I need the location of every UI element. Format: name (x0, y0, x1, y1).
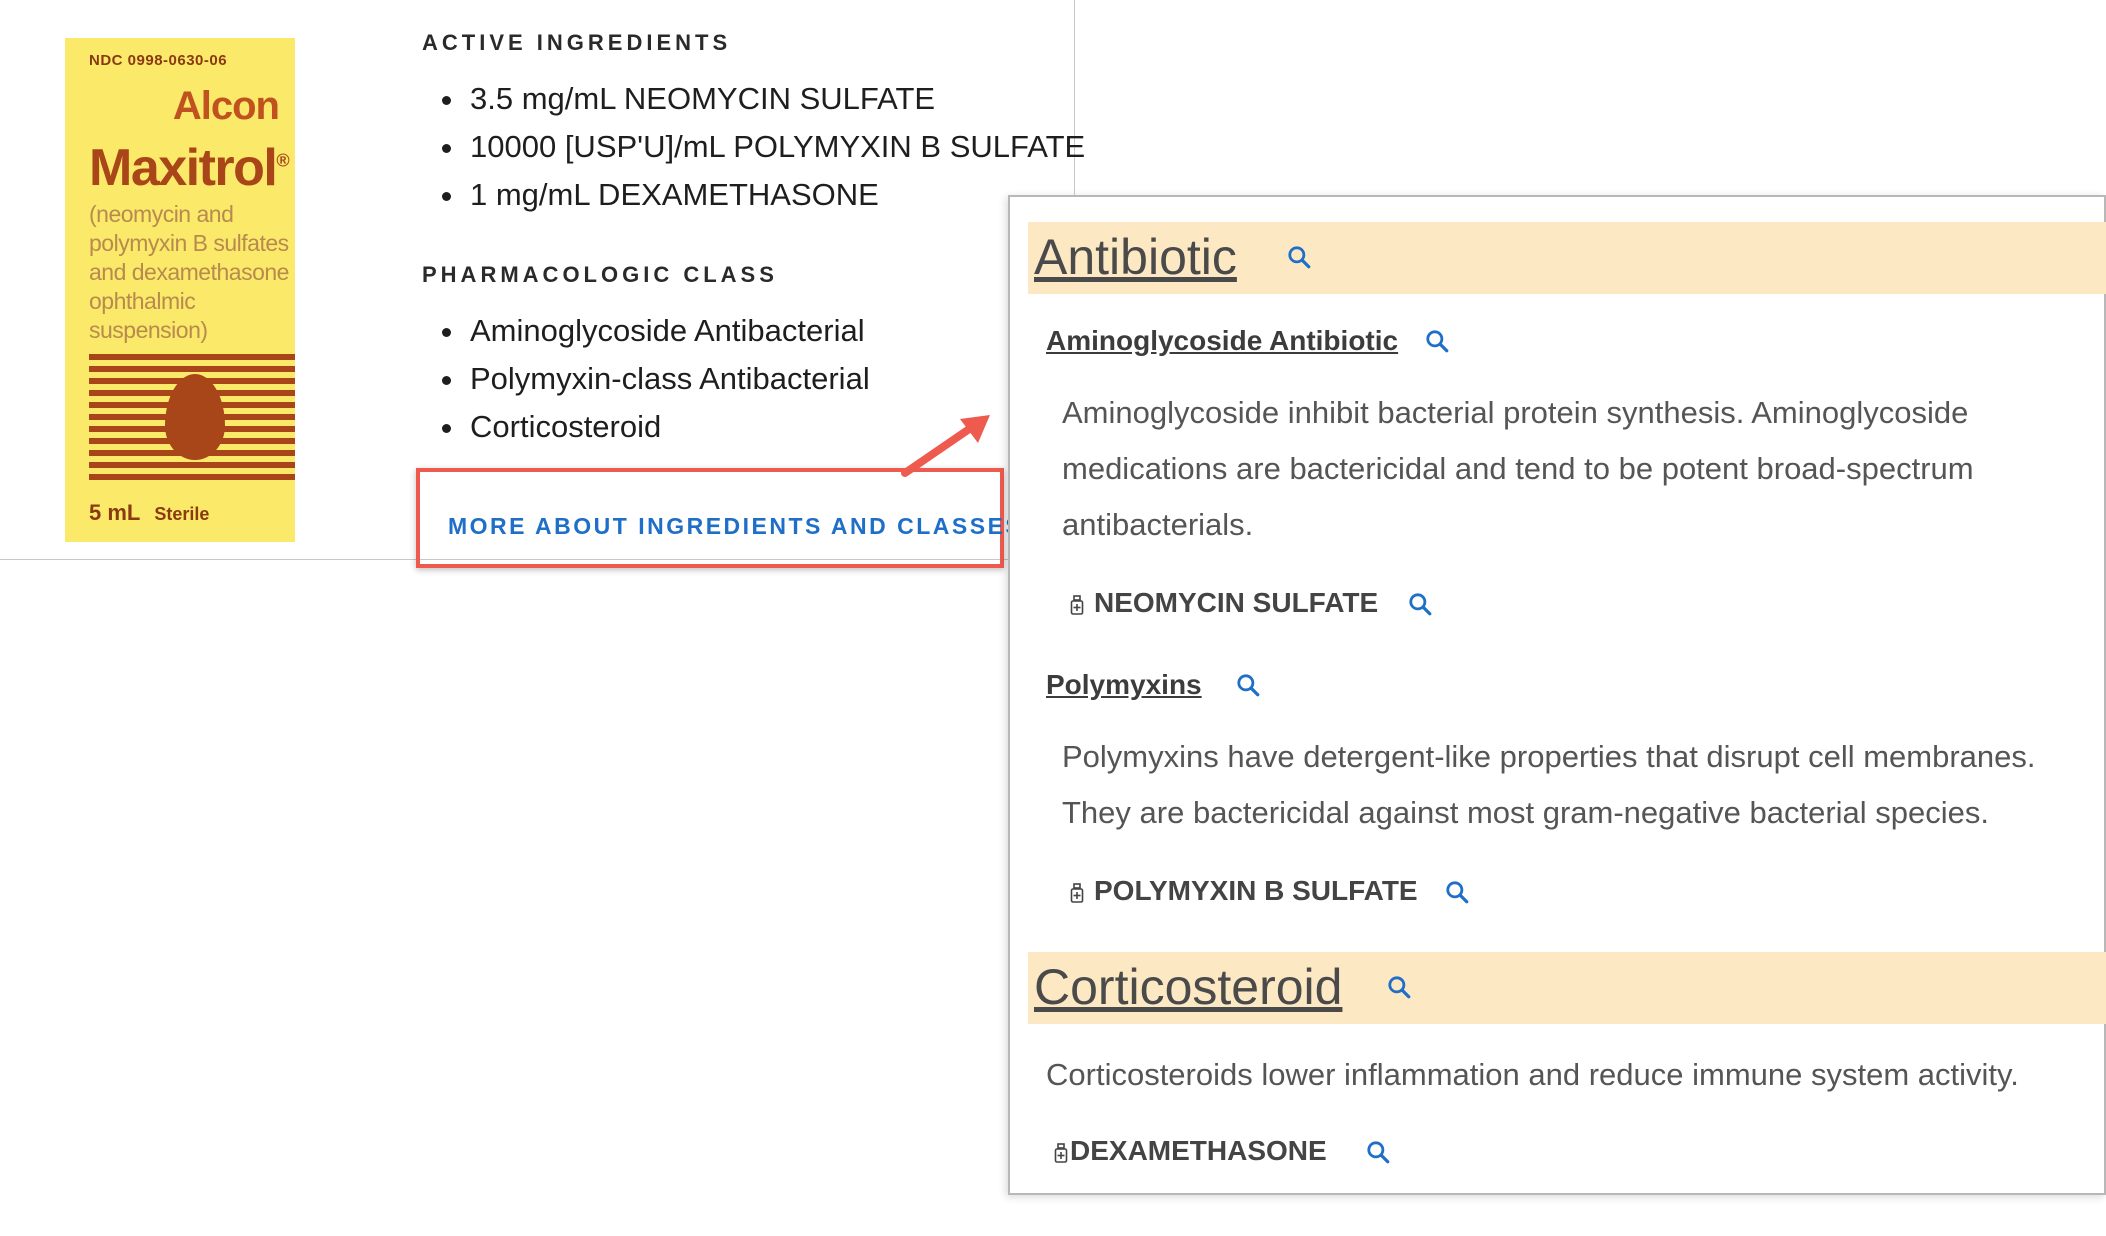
category-title-antibiotic[interactable]: Antibiotic (1034, 228, 1237, 286)
product-package-image: NDC 0998-0630-06 Alcon Maxitrol® (neomyc… (65, 38, 295, 542)
package-volume: 5 mL (89, 500, 141, 525)
subclass-title-aminoglycoside[interactable]: Aminoglycoside Antibiotic (1046, 325, 1398, 357)
package-ndc: NDC 0998-0630-06 (89, 52, 228, 69)
description-line: antibacterials. (1062, 507, 1254, 542)
active-ingredients-list: 3.5 mg/mL NEOMYCIN SULFATE 10000 [USP'U]… (420, 75, 1085, 219)
search-icon[interactable] (1424, 328, 1450, 354)
package-footer: 5 mL Sterile (89, 500, 209, 526)
subclass-title-polymyxins[interactable]: Polymyxins (1046, 669, 1202, 701)
active-ingredients-heading: ACTIVE INGREDIENTS (422, 30, 732, 55)
package-description: (neomycin and polymyxin B sulfates and d… (89, 201, 289, 343)
search-icon[interactable] (1286, 244, 1312, 270)
medicine-bottle-icon (1070, 594, 1084, 615)
list-item: 3.5 mg/mL NEOMYCIN SULFATE (420, 75, 1085, 123)
class-details-panel: Antibiotic Aminoglycoside Antibiotic Ami… (1008, 195, 2106, 1195)
package-sterile: Sterile (154, 504, 210, 524)
list-item: 1 mg/mL DEXAMETHASONE (420, 171, 1085, 219)
category-title-corticosteroid[interactable]: Corticosteroid (1034, 958, 1342, 1016)
aminoglycoside-description: Aminoglycoside inhibit bacterial protein… (1062, 385, 2102, 553)
search-icon[interactable] (1407, 591, 1433, 617)
package-name: Maxitrol® (89, 138, 290, 198)
list-item: Polymyxin-class Antibacterial (420, 355, 870, 403)
package-brand: Alcon (172, 84, 280, 128)
description-line: medications are bactericidal and tend to… (1062, 451, 1974, 486)
description-line: Polymyxins have detergent-like propertie… (1062, 739, 2036, 774)
medicine-bottle-icon (1054, 1142, 1068, 1163)
corticosteroid-description: Corticosteroids lower inflammation and r… (1046, 1057, 2019, 1092)
registered-mark: ® (276, 150, 289, 171)
list-item: 10000 [USP'U]/mL POLYMYXIN B SULFATE (420, 123, 1085, 171)
search-icon[interactable] (1365, 1139, 1391, 1165)
polymyxins-description: Polymyxins have detergent-like propertie… (1062, 729, 2102, 841)
more-about-ingredients-link[interactable]: MORE ABOUT INGREDIENTS AND CLASSES (448, 513, 1023, 540)
search-icon[interactable] (1444, 879, 1470, 905)
ingredient-row-neomycin: NEOMYCIN SULFATE (1070, 587, 1378, 619)
pharmacologic-class-heading: PHARMACOLOGIC CLASS (422, 262, 778, 287)
ingredient-row-dexamethasone: DEXAMETHASONE (1054, 1135, 1327, 1167)
description-line: They are bactericidal against most gram-… (1062, 795, 1990, 830)
category-header-antibiotic: Antibiotic (1028, 222, 2106, 294)
ingredient-label[interactable]: POLYMYXIN B SULFATE (1094, 875, 1418, 906)
description-line: Aminoglycoside inhibit bacterial protein… (1062, 395, 1969, 430)
search-icon[interactable] (1235, 672, 1261, 698)
category-header-corticosteroid: Corticosteroid (1028, 952, 2106, 1024)
medicine-bottle-icon (1070, 882, 1084, 903)
annotation-arrow-icon (901, 415, 990, 477)
list-item: Aminoglycoside Antibacterial (420, 307, 870, 355)
ingredient-label[interactable]: NEOMYCIN SULFATE (1094, 587, 1378, 618)
list-item: Corticosteroid (420, 403, 870, 451)
ingredient-row-polymyxin-b: POLYMYXIN B SULFATE (1070, 875, 1418, 907)
search-icon[interactable] (1386, 974, 1412, 1000)
pharmacologic-class-list: Aminoglycoside Antibacterial Polymyxin-c… (420, 307, 870, 451)
ingredient-label[interactable]: DEXAMETHASONE (1070, 1135, 1327, 1166)
package-name-text: Maxitrol (89, 139, 278, 197)
